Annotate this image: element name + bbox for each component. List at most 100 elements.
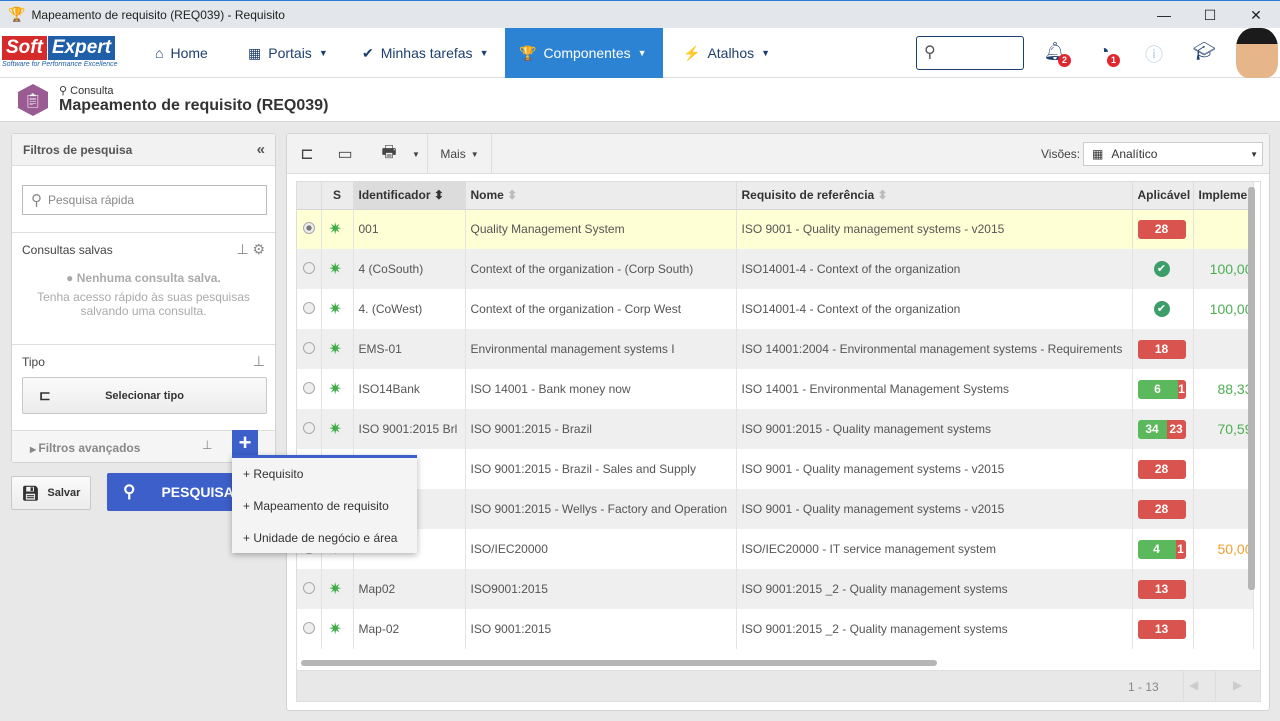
table-row[interactable]: ✷ ISO14Bank ISO 14001 - Bank money now ISO … [297,369,1254,409]
collapse-icon[interactable]: « [257,141,265,158]
search-icon: ⚲ [59,85,71,97]
row-radio[interactable] [303,221,315,234]
bar-red: 28 [1137,219,1186,239]
notifications-button[interactable]: 🔔︎ 2 [1043,41,1071,67]
sort-icon[interactable]: ⬍ [431,188,444,202]
cell-nome: ISO 9001:2015 - Brazil [465,409,737,449]
view-button[interactable]: ▭ [327,134,363,174]
views-select[interactable]: ▦ Analítico ▼ [1083,142,1263,166]
menu-item-unidade[interactable]: + Unidade de negócio e área [232,522,417,554]
next-page-button[interactable]: ▶ [1233,678,1242,692]
search-icon: ⚲ [31,192,42,209]
row-radio[interactable] [303,421,315,434]
applicable-bar: 28 [1137,499,1186,519]
add-button[interactable]: + [232,430,258,456]
select-type-button[interactable]: ⊏ Selecionar tipo [22,377,267,414]
toolbar: ⊏ ▭ 🖶 ▼ Mais ▼ Visões: ▦ Analítico ▼ [287,134,1269,174]
sort-icon[interactable]: ⬍ [874,188,888,202]
row-radio[interactable] [303,261,315,274]
column-header[interactable]: Identificador ⬍ [353,182,466,210]
verified-seal-icon: ✷ [328,621,342,638]
row-radio[interactable] [303,581,315,594]
cell-requisito: ISO14001-4 - Context of the organization [736,249,1133,289]
save-button[interactable]: 💾︎ Salvar [11,476,91,510]
column-header[interactable]: Aplicável [1132,182,1194,210]
cell-implementado [1193,449,1254,489]
table-row[interactable]: ✷ISO/IEC20000ISO/IEC20000 - IT service m… [297,529,1254,569]
row-radio[interactable] [303,621,315,634]
cell-aplicavel: 18 [1132,329,1194,369]
column-header[interactable]: S [321,182,354,210]
cell-implementado: 100,00 [1193,249,1254,289]
more-button[interactable]: Mais ▼ [428,134,491,174]
search-button[interactable]: ⚲ PESQUISAR [107,473,247,511]
avatar[interactable] [1236,28,1278,78]
vertical-scrollbar[interactable] [1248,187,1255,590]
learning-button[interactable]: 🎓︎ [1192,41,1216,65]
minimize-button[interactable]: — [1141,1,1187,29]
applicable-bar: 28 [1137,459,1186,479]
table-row[interactable]: ✷ 4. (CoWest) Context of the organization … [297,289,1254,329]
tree-icon: ⊏ [39,387,51,403]
table-row[interactable]: ✷F01ISO 9001:2015 - Wellys - Factory and… [297,489,1254,529]
help-icon: ⓘ [1145,45,1163,65]
verified-seal-icon: ✷ [328,341,342,358]
printer-icon: 🖶 [381,143,397,161]
nav-portais[interactable]: ▦ Portais ▼ [248,28,328,78]
table-row[interactable]: ✷ 001 Quality Management System ISO 9001 - … [297,209,1254,249]
maximize-button[interactable]: ☐ [1187,1,1233,29]
window-titlebar: 🏆 Mapeamento de requisito (REQ039) - Req… [0,0,1280,28]
hierarchy-button[interactable]: ⊏ [291,134,323,174]
grid-footer: 1 - 13 ◀ ▶ [296,671,1261,702]
applicable-bar: 13 [1137,579,1186,599]
window-title: Mapeamento de requisito (REQ039) - Requi… [31,7,285,22]
check-icon: ✔ [362,44,374,61]
table-row[interactable]: ✷ Map02 ISO9001:2015 ISO 9001:2015 _2 - Qua… [297,569,1254,609]
menu-item-requisito[interactable]: + Requisito [232,458,417,490]
broom-icon[interactable]: ⊥ [236,241,248,257]
print-button[interactable]: 🖶 [371,134,407,174]
nav-atalhos[interactable]: ⚡ Atalhos ▼ [683,28,770,78]
column-header[interactable] [297,182,322,210]
table-row[interactable]: ✷ EMS-01 Environmental management systems … [297,329,1254,369]
softexpert-logo[interactable]: Soft Expert Software for Performance Exce… [2,36,130,72]
applicable-bar: 13 [1137,619,1186,639]
verified-seal-icon: ✷ [328,261,342,278]
nav-home[interactable]: ⌂ Home [155,28,208,78]
nav-minhas-tarefas[interactable]: ✔ Minhas tarefas ▼ [362,28,488,78]
help-button[interactable]: ⓘ [1142,41,1166,65]
row-radio[interactable] [303,301,315,314]
table-row[interactable]: ✷ 4 (CoSouth) Context of the organization … [297,249,1254,289]
table-row[interactable]: ✷ ISO 9001:2015 Brl ISO 9001:2015 - Brazil… [297,409,1254,449]
cell-requisito: ISO 9001:2015 _2 - Quality management sy… [736,609,1133,649]
quick-search-input[interactable]: ⚲ Pesquisa rápida [22,185,267,215]
tasks-button[interactable]: ◔ 1 [1092,41,1120,67]
column-header[interactable]: Requisito de referência ⬍ [736,182,1133,210]
bar-green: 34 [1137,419,1167,439]
verified-seal-icon: ✷ [328,421,342,438]
nav-componentes[interactable]: 🏆 Componentes ▼ [505,28,663,78]
print-dropdown[interactable]: ▼ [409,134,423,174]
broom-icon[interactable]: ⊥ [202,438,212,452]
plus-icon: + [238,430,252,455]
top-search-input[interactable]: ⚲ [916,36,1024,70]
gear-icon[interactable]: ⚙ [252,241,265,257]
row-radio[interactable] [303,381,315,394]
prev-page-button[interactable]: ◀ [1189,678,1198,692]
cell-requisito: ISO 9001:2015 _2 - Quality management sy… [736,569,1133,609]
menu-item-mapeamento[interactable]: + Mapeamento de requisito [232,490,417,522]
cell-identificador: 001 [353,209,466,249]
column-header[interactable]: Impleme [1193,182,1254,210]
column-header[interactable]: Nome ⬍ [465,182,737,210]
broom-icon[interactable]: ⊥ [253,353,265,370]
bar-red: 28 [1137,499,1186,519]
filters-title: Filtros de pesquisa [23,143,133,157]
cell-nome: Context of the organization - Corp West [465,289,737,329]
table-row[interactable]: ✷rlISO 9001:2015 - Brazil - Sales and Su… [297,449,1254,489]
close-button[interactable]: ✕ [1233,1,1279,29]
table-row[interactable]: ✷ Map-02 ISO 9001:2015 ISO 9001:2015 _2 - Q… [297,609,1254,649]
horizontal-scrollbar[interactable] [301,660,937,666]
row-radio[interactable] [303,341,315,354]
sort-icon[interactable]: ⬍ [504,188,517,202]
cell-requisito: ISO14001-4 - Context of the organization [736,289,1133,329]
